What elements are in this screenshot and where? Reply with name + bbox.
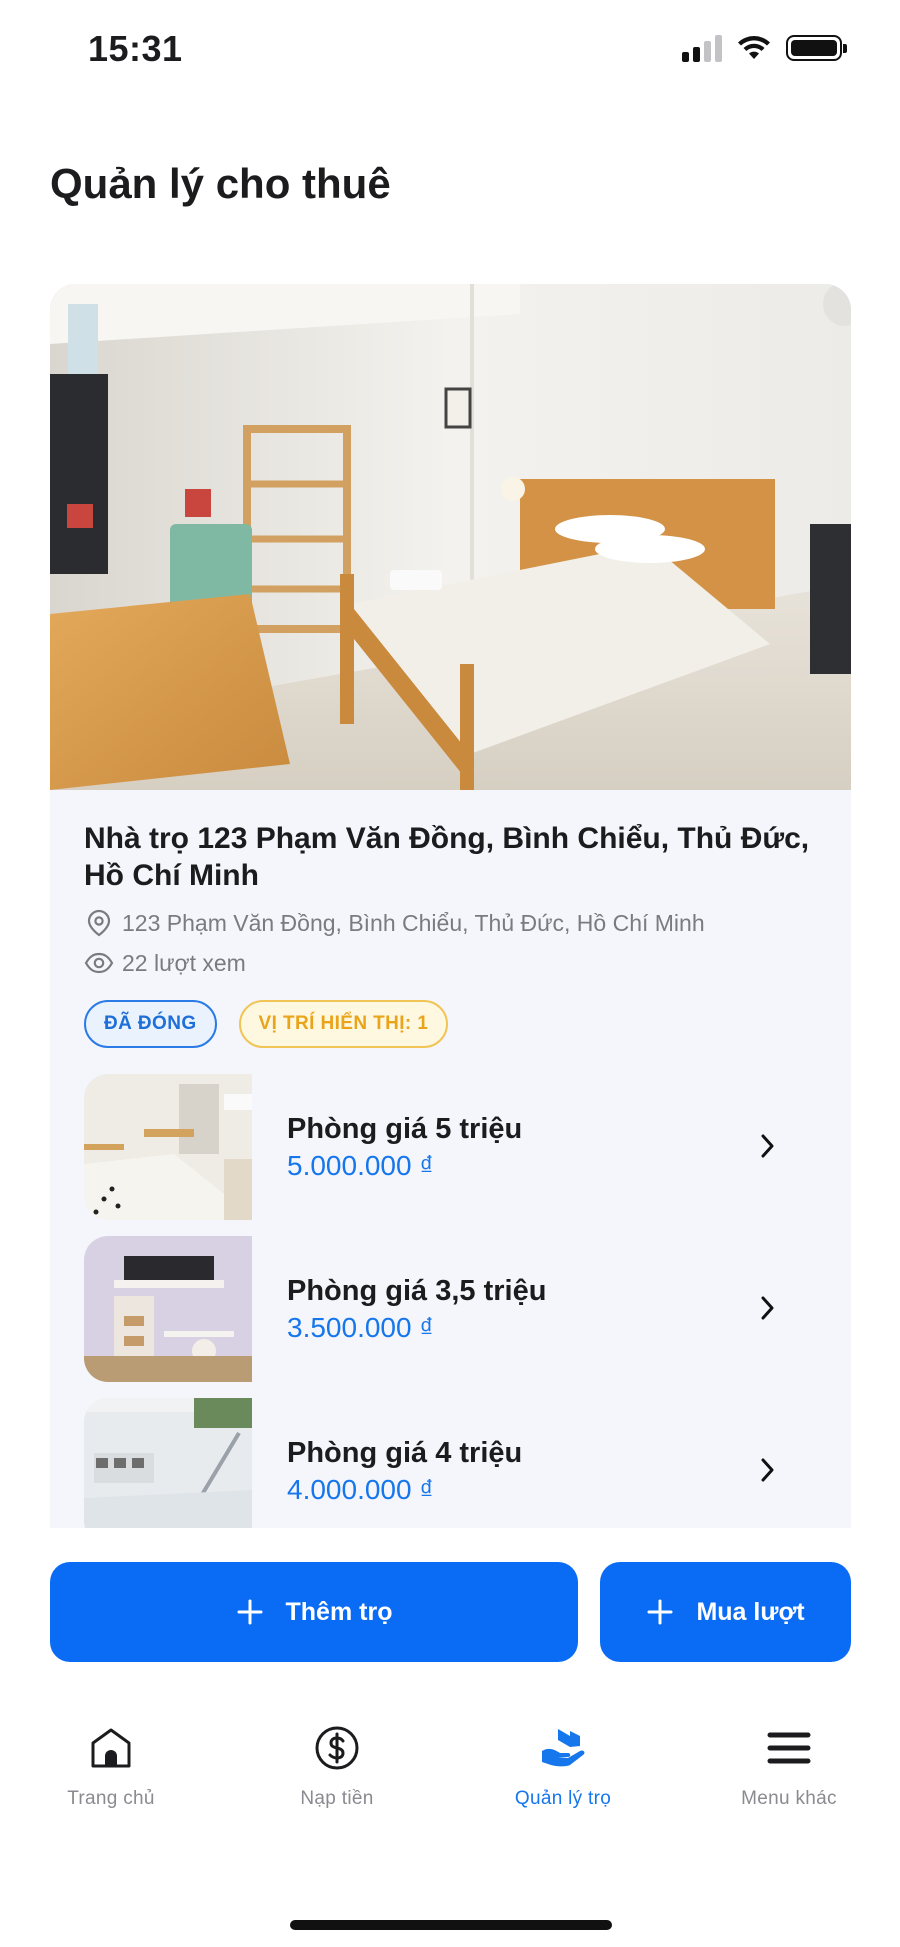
listing-details: Nhà trọ 123 Phạm Văn Đồng, Bình Chiểu, T…: [50, 790, 851, 1528]
buy-credits-button[interactable]: Mua lượt: [600, 1562, 851, 1662]
listing-photo: [50, 284, 851, 790]
listing-card[interactable]: Nhà trọ 123 Phạm Văn Đồng, Bình Chiểu, T…: [50, 284, 851, 1528]
address-row: 123 Phạm Văn Đồng, Bình Chiểu, Thủ Đức, …: [84, 908, 817, 938]
plus-icon: [237, 1599, 263, 1625]
rental-management-screen: 15:31 Quản lý cho thuê Nhà trọ 123 Phạm …: [0, 0, 900, 1947]
tab-label: Trang chủ: [67, 1788, 155, 1809]
status-badge: ĐÃ ĐÓNG: [84, 1000, 217, 1048]
room-name: Phòng giá 5 triệu: [287, 1112, 523, 1145]
room-item[interactable]: Phòng giá 5 triệu 5.000.000 ₫: [84, 1074, 817, 1220]
chevron-right-icon[interactable]: [759, 1294, 777, 1322]
room-thumbnail: [84, 1398, 252, 1528]
listing-title: Nhà trọ 123 Phạm Văn Đồng, Bình Chiểu, T…: [84, 822, 810, 892]
room-info: Phòng giá 5 triệu 5.000.000 ₫: [287, 1113, 817, 1182]
bottom-tab-bar: Trang chủ Nạp tiền Quản lý trọ Menu khác: [0, 1720, 900, 1840]
room-price: 5.000.000 ₫: [287, 1149, 434, 1181]
dollar-circle-icon: [315, 1726, 359, 1770]
cellular-signal-icon: [682, 34, 722, 62]
tab-label: Menu khác: [741, 1788, 837, 1809]
add-rental-button[interactable]: Thêm trọ: [50, 1562, 578, 1662]
eye-icon: [84, 952, 114, 974]
action-buttons: Thêm trọ Mua lượt: [50, 1562, 851, 1662]
chevron-right-icon[interactable]: [759, 1132, 777, 1160]
home-indicator: [290, 1920, 612, 1930]
tab-label: Nạp tiền: [300, 1788, 374, 1809]
status-bar: 15:31: [0, 0, 900, 100]
manage-rental-icon: [542, 1729, 585, 1767]
display-position-badge: VỊ TRÍ HIỂN THỊ: 1: [238, 1000, 449, 1048]
chevron-right-icon[interactable]: [759, 1456, 777, 1484]
listing-address: 123 Phạm Văn Đồng, Bình Chiểu, Thủ Đức, …: [122, 909, 705, 936]
location-pin-icon: [87, 909, 111, 937]
views-row: 22 lượt xem: [84, 948, 817, 978]
tab-more-menu[interactable]: Menu khác: [689, 1720, 889, 1810]
view-count: 22 lượt xem: [122, 949, 246, 976]
room-list: Phòng giá 5 triệu 5.000.000 ₫ Phòng giá …: [84, 1074, 817, 1528]
tab-manage-rentals[interactable]: Quản lý trọ: [463, 1720, 663, 1810]
tab-label: Quản lý trọ: [514, 1788, 612, 1809]
room-info: Phòng giá 3,5 triệu 3.500.000 ₫: [287, 1275, 817, 1344]
wifi-icon: [738, 36, 770, 59]
room-info: Phòng giá 4 triệu 4.000.000 ₫: [287, 1437, 817, 1506]
listing-badges: ĐÃ ĐÓNG VỊ TRÍ HIỂN THỊ: 1: [84, 1000, 817, 1048]
add-rental-label: Thêm trọ: [285, 1597, 393, 1626]
status-icons: [682, 34, 847, 62]
room-thumbnail: [84, 1074, 252, 1220]
page-title: Quản lý cho thuê: [50, 160, 391, 207]
room-thumbnail: [84, 1236, 252, 1382]
room-price: 3.500.000 ₫: [287, 1311, 434, 1343]
menu-icon: [767, 1732, 811, 1764]
home-icon: [91, 1728, 131, 1768]
room-name: Phòng giá 4 triệu: [287, 1436, 523, 1469]
status-time: 15:31: [88, 28, 183, 69]
plus-icon: [647, 1599, 673, 1625]
tab-top-up[interactable]: Nạp tiền: [237, 1720, 437, 1810]
room-name: Phòng giá 3,5 triệu: [287, 1274, 547, 1307]
battery-icon: [786, 35, 847, 61]
room-item[interactable]: Phòng giá 3,5 triệu 3.500.000 ₫: [84, 1236, 817, 1382]
room-item[interactable]: Phòng giá 4 triệu 4.000.000 ₫: [84, 1398, 817, 1528]
buy-credits-label: Mua lượt: [696, 1597, 805, 1626]
room-price: 4.000.000 ₫: [287, 1473, 434, 1505]
tab-home[interactable]: Trang chủ: [11, 1720, 211, 1810]
